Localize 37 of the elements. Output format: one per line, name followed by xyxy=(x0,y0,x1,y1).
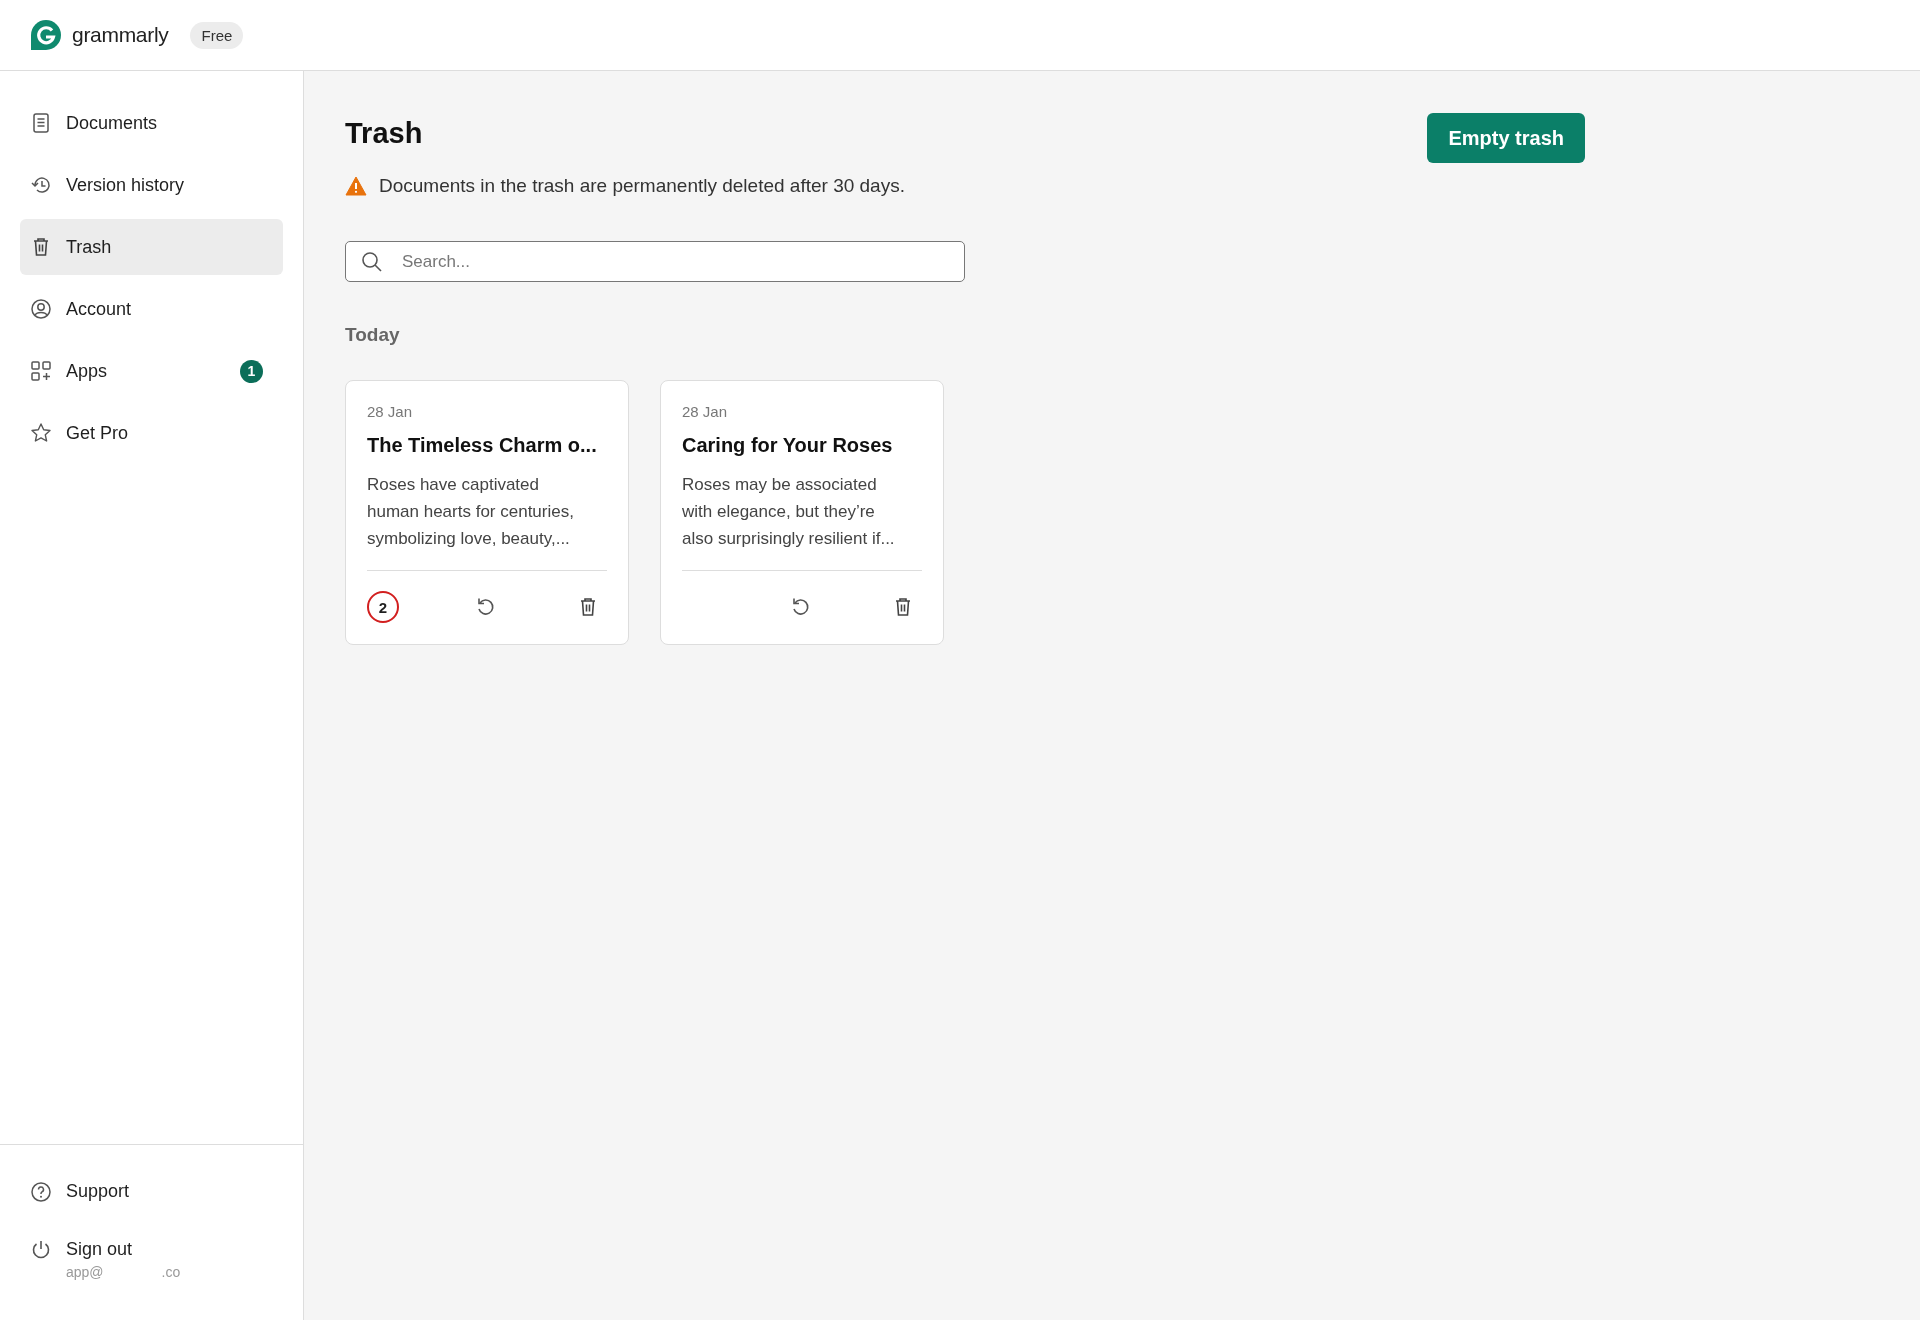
apps-icon xyxy=(30,360,52,382)
sidebar-link[interactable]: Support xyxy=(66,1181,130,1202)
logo-text: grammarly xyxy=(72,23,169,47)
empty-trash-button[interactable]: Empty trash xyxy=(1427,113,1585,163)
sidebar-item[interactable]: Trash xyxy=(20,219,283,275)
sidebar-item[interactable]: Documents xyxy=(20,95,283,151)
sidebar-item[interactable]: Version history xyxy=(20,157,283,213)
sidebar-item[interactable]: Apps 1 xyxy=(20,343,283,399)
document-icon xyxy=(30,112,52,134)
card-excerpt: Roses may be associated with elegance, but they’re also surprisingly resilient if... xyxy=(682,474,896,550)
group-label: Today xyxy=(345,324,401,346)
sidebar-link[interactable]: Sign out xyxy=(66,1239,181,1260)
power-icon xyxy=(30,1239,52,1261)
logo-icon xyxy=(30,19,62,51)
email-text: app@ xyxy=(66,1264,104,1280)
card-date: 28 Jan xyxy=(367,403,414,420)
email-text: .co xyxy=(161,1264,181,1280)
count-badge: 1 xyxy=(240,359,263,383)
help-icon xyxy=(30,1181,52,1203)
search-field[interactable]: Search... xyxy=(345,241,965,282)
search-icon xyxy=(361,251,383,273)
notice-text: Documents in the trash are permanently deleted after 30 days. xyxy=(379,175,905,197)
issue-count-badge: 2 xyxy=(367,591,399,623)
star-icon xyxy=(30,422,52,444)
history-icon xyxy=(30,174,52,196)
plan-badge: Free xyxy=(190,21,244,49)
page-title: Trash xyxy=(345,117,423,150)
user-icon xyxy=(30,298,52,320)
document-card[interactable]: 28 Jan Caring for Your Roses Roses may be associated with elegance, but they’re also surprisingly resilient if... xyxy=(660,380,944,645)
sidebar-item[interactable]: Get Pro xyxy=(20,405,283,461)
card-excerpt: Roses have captivated human hearts for centuries, symbolizing love, beauty,... xyxy=(367,474,575,550)
sidebar-item[interactable]: Account xyxy=(20,281,283,337)
warning-icon xyxy=(345,176,367,196)
card-title: The Timeless Charm o... xyxy=(367,434,598,457)
card-date: 28 Jan xyxy=(682,403,729,420)
card-title: Caring for Your Roses xyxy=(682,434,894,457)
document-card[interactable]: 28 Jan The Timeless Charm o... Roses have captivated human hearts for centuries, symbolizing love, beauty,... 2 xyxy=(345,380,629,645)
